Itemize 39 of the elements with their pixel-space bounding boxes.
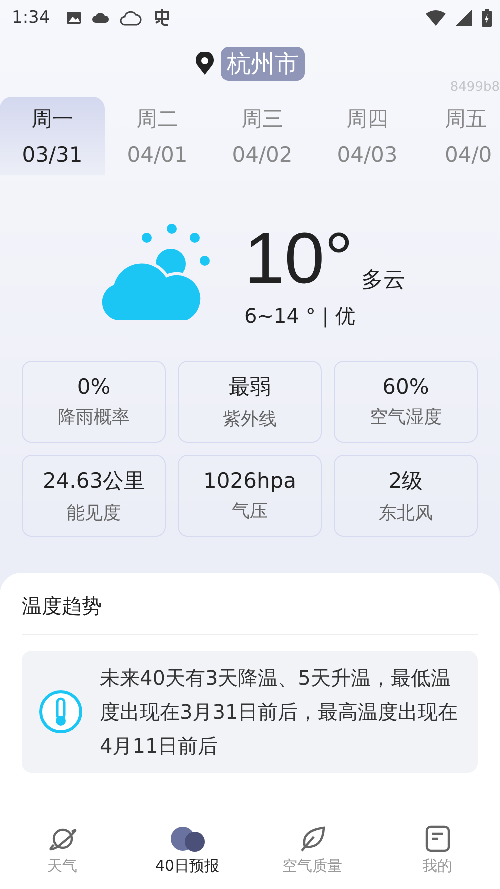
summary-text: 未来40天有3天降温、5天升温，最低温度出现在3月31日前后，最高温度出现在4月11日前后 — [100, 665, 460, 760]
status-time: 1:34 — [12, 8, 50, 28]
day-tab[interactable]: 周一 03/31 — [0, 97, 105, 175]
nav-tab[interactable]: 空气质量 — [250, 811, 375, 889]
note-icon — [424, 824, 450, 852]
temperature: 10° — [244, 222, 354, 294]
detail-value: 0% — [77, 375, 111, 399]
day-tab[interactable]: 周四 04/03 — [315, 97, 420, 175]
battery-icon — [482, 9, 492, 27]
detail-label: 降雨概率 — [58, 406, 130, 429]
nav-tab[interactable]: 40日预报 — [125, 811, 250, 889]
temperature-range: 6~14 ° | 优 — [244, 302, 356, 330]
cloud-icon — [168, 824, 206, 852]
nav-tab[interactable]: 我的 — [375, 811, 500, 889]
cloud-icon — [120, 9, 142, 27]
detail-label: 东北风 — [379, 502, 433, 525]
cloud-icon — [92, 12, 110, 24]
detail-label: 能见度 — [67, 502, 121, 525]
day-tab[interactable]: 周二 04/01 — [105, 97, 210, 175]
detail-value: 24.63公里 — [42, 468, 146, 495]
condition: 多云 — [361, 266, 406, 294]
signal-icon — [456, 10, 472, 26]
day-tab[interactable]: 周三 04/02 — [210, 97, 315, 175]
detail-label: 气压 — [232, 500, 268, 523]
detail-label: 紫外线 — [223, 408, 277, 431]
nav-tab[interactable]: 天气 — [0, 811, 125, 889]
detail-label: 空气湿度 — [370, 406, 442, 429]
thermometer-icon — [38, 689, 84, 735]
detail-value: 60% — [382, 375, 430, 399]
section-title: 温度趋势 — [22, 593, 478, 635]
leaf-icon — [298, 824, 326, 852]
location-pin-icon — [195, 52, 215, 76]
detail-value: 2级 — [388, 468, 424, 495]
detail-value: 1026hpa — [204, 469, 296, 493]
wifi-icon — [426, 10, 446, 26]
image-icon — [66, 11, 82, 25]
detail-value: 最弱 — [229, 374, 271, 401]
city-name: 杭州市 — [221, 47, 305, 81]
day-tab[interactable]: 周五 04/0 — [420, 97, 500, 175]
